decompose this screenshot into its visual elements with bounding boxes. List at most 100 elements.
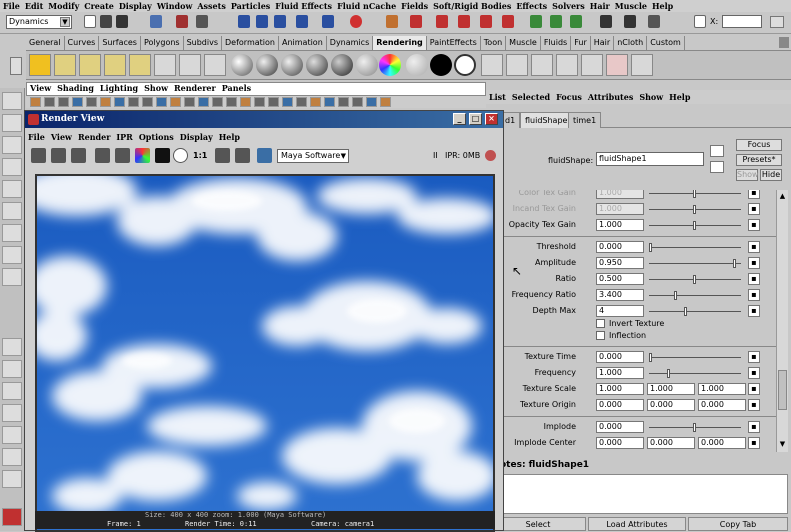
menu-particles[interactable]: Particles <box>228 0 272 11</box>
panel-tool-icon[interactable] <box>72 97 83 107</box>
tab-subdivs[interactable]: Subdivs <box>183 36 223 50</box>
phonge-sphere-icon[interactable] <box>306 54 328 76</box>
ipr-stop-icon[interactable] <box>485 150 496 161</box>
tab-ncloth[interactable]: nCloth <box>614 36 648 50</box>
map-texture-icon[interactable]: ▪ <box>748 257 760 269</box>
select-component-icon[interactable] <box>196 15 208 28</box>
map-texture-icon[interactable]: ▪ <box>748 273 760 285</box>
attr-value-field-1[interactable]: 0.000 <box>596 399 644 411</box>
attr-value-field[interactable]: 0.000 <box>596 421 644 433</box>
menu-file[interactable]: File <box>0 0 22 11</box>
attr-value-field[interactable]: 1.000 <box>596 190 644 199</box>
panel-tool-icon[interactable] <box>114 97 125 107</box>
tab-painteffects[interactable]: PaintEffects <box>426 36 481 50</box>
chevron-down-icon[interactable]: ▼ <box>60 17 70 27</box>
layout-four-icon[interactable] <box>2 360 22 378</box>
layout-outliner-icon[interactable] <box>2 404 22 422</box>
panel-tool-icon[interactable] <box>30 97 41 107</box>
panel-tool-icon[interactable] <box>142 97 153 107</box>
layered-shader-icon[interactable] <box>356 54 378 76</box>
load-attributes-button[interactable]: Load Attributes <box>588 517 686 531</box>
panel-tool-icon[interactable] <box>338 97 349 107</box>
attr-slider-track[interactable] <box>649 295 741 296</box>
tab-fur[interactable]: Fur <box>571 36 591 50</box>
attr-slider-track[interactable] <box>649 247 741 248</box>
attr-slider-handle[interactable] <box>693 205 696 214</box>
attr-menu-list[interactable]: List <box>486 92 509 102</box>
redo-render-icon[interactable] <box>31 148 46 163</box>
ipr-icon[interactable] <box>531 54 553 76</box>
ipr-pause-icon[interactable]: II <box>433 151 438 160</box>
menu-effects[interactable]: Effects <box>513 0 549 11</box>
last-tool-icon[interactable] <box>2 268 22 286</box>
render-view-icon[interactable] <box>481 54 503 76</box>
attr-slider-track[interactable] <box>649 263 741 264</box>
select-button[interactable]: Select <box>490 517 586 531</box>
real-size-label[interactable]: 1:1 <box>193 151 207 160</box>
attr-value-field[interactable]: 1.000 <box>596 219 644 231</box>
attr-slider-track[interactable] <box>649 373 741 374</box>
layout-two-icon[interactable] <box>2 382 22 400</box>
attr-value-field-2[interactable]: 0.000 <box>647 437 695 449</box>
attr-value-field-1[interactable]: 1.000 <box>596 383 644 395</box>
layout-hypershade-icon[interactable] <box>2 448 22 466</box>
directional-light-icon[interactable] <box>54 54 76 76</box>
attr-value-field[interactable]: 1.000 <box>596 367 644 379</box>
tab-general[interactable]: General <box>26 36 65 50</box>
input-mode-icon[interactable] <box>694 15 706 28</box>
menu-fields[interactable]: Fields <box>398 0 430 11</box>
panel-tool-icon[interactable] <box>268 97 279 107</box>
menu-create[interactable]: Create <box>81 0 116 11</box>
attr-slider-handle[interactable] <box>673 291 677 300</box>
layer-editor-icon[interactable] <box>600 15 612 28</box>
menu-assets[interactable]: Assets <box>194 0 228 11</box>
attr-value-field[interactable]: 3.400 <box>596 289 644 301</box>
menu-hair[interactable]: Hair <box>587 0 612 11</box>
remove-icon[interactable] <box>606 54 628 76</box>
attr-menu-attributes[interactable]: Attributes <box>585 92 636 102</box>
map-texture-icon[interactable]: ▪ <box>748 190 760 199</box>
attr-slider-handle[interactable] <box>732 259 736 268</box>
panel-menu-renderer[interactable]: Renderer <box>171 83 219 93</box>
outliner-icon[interactable] <box>624 15 636 28</box>
presets-button[interactable]: Presets* <box>736 154 782 166</box>
renderer-dropdown[interactable]: Maya Software ▼ <box>277 149 349 163</box>
attr-slider-handle[interactable] <box>693 423 696 432</box>
map-texture-icon[interactable]: ▪ <box>748 383 760 395</box>
menu-fluid-ncache[interactable]: Fluid nCache <box>334 0 398 11</box>
tab-dynamics[interactable]: Dynamics <box>326 36 374 50</box>
map-texture-icon[interactable]: ▪ <box>748 289 760 301</box>
phong-sphere-icon[interactable] <box>281 54 303 76</box>
focus-button[interactable]: Focus <box>736 139 782 151</box>
maximize-icon[interactable]: □ <box>469 113 482 125</box>
map-texture-icon[interactable]: ▪ <box>748 399 760 411</box>
menu-display[interactable]: Display <box>116 0 154 11</box>
tab-muscle[interactable]: Muscle <box>506 36 541 50</box>
scroll-thumb[interactable] <box>778 370 787 410</box>
menu-help[interactable]: Help <box>649 0 675 11</box>
select-hierarchy-icon[interactable] <box>150 15 162 28</box>
map-texture-icon[interactable]: ▪ <box>748 241 760 253</box>
panel-tool-icon[interactable] <box>100 97 111 107</box>
keep-image-icon[interactable] <box>115 148 130 163</box>
attr-value-field-2[interactable]: 0.000 <box>647 399 695 411</box>
panel-tool-icon[interactable] <box>170 97 181 107</box>
layout-custom-icon[interactable] <box>2 470 22 488</box>
panel-tool-icon[interactable] <box>86 97 97 107</box>
channel-box-icon[interactable] <box>530 15 542 28</box>
menu-set-dropdown[interactable]: Dynamics ▼ <box>6 15 72 29</box>
display-alpha-icon[interactable] <box>155 148 170 163</box>
menu-soft-rigid-bodies[interactable]: Soft/Rigid Bodies <box>430 0 513 11</box>
scroll-up-icon[interactable]: ▲ <box>778 192 787 201</box>
notes-textarea[interactable] <box>503 474 788 514</box>
attr-value-field[interactable]: 0.000 <box>596 241 644 253</box>
panel-tool-icon[interactable] <box>324 97 335 107</box>
tab-polygons[interactable]: Polygons <box>140 36 184 50</box>
lambert-sphere-icon[interactable] <box>231 54 253 76</box>
copy-tab-button[interactable]: Copy Tab <box>688 517 788 531</box>
tab-toon[interactable]: Toon <box>480 36 507 50</box>
render-settings-icon[interactable] <box>257 148 272 163</box>
camera-aim-icon[interactable] <box>204 54 226 76</box>
select-object-icon[interactable] <box>176 15 188 28</box>
attr-slider-handle[interactable] <box>649 353 652 362</box>
